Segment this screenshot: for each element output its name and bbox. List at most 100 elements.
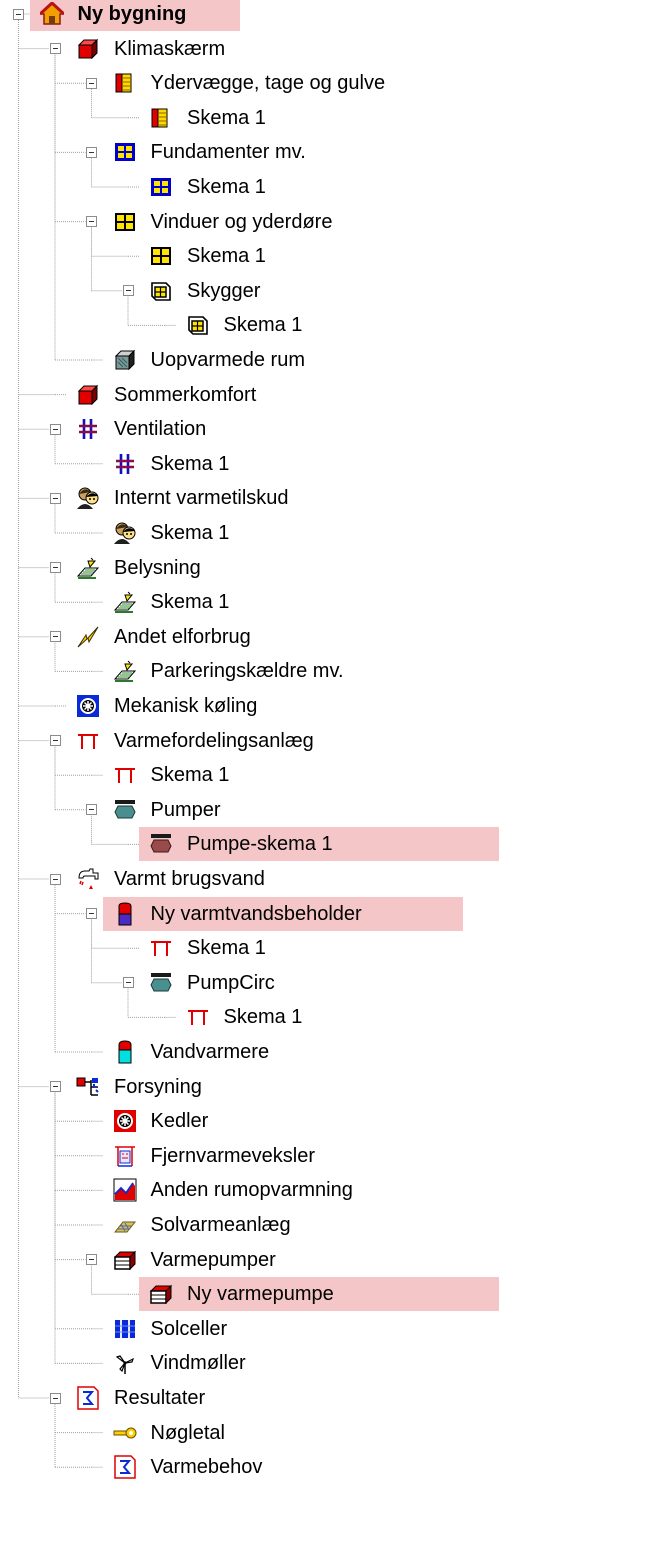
- collapse-toggle[interactable]: [86, 804, 97, 816]
- tree-node[interactable]: Vandvarmere: [0, 1035, 645, 1069]
- tree-node[interactable]: Skygger: [0, 274, 645, 308]
- collapse-toggle[interactable]: [49, 735, 61, 747]
- tree-node[interactable]: Varmefordelingsanlæg: [0, 724, 645, 758]
- tree-node[interactable]: Skema 1: [0, 585, 645, 619]
- collapse-toggle[interactable]: [122, 977, 134, 989]
- tree-node[interactable]: Ydervægge, tage og gulve: [0, 66, 645, 100]
- tree-node-label[interactable]: Ventilation: [114, 412, 206, 446]
- project-tree[interactable]: Ny bygning Klimaskærm Ydervægge, tage og g…: [0, 0, 645, 1552]
- collapse-toggle[interactable]: [49, 1081, 61, 1093]
- collapse-toggle[interactable]: [86, 216, 97, 228]
- tree-node-label[interactable]: Skema 1: [151, 447, 230, 481]
- tree-node-label[interactable]: Skema 1: [151, 585, 230, 619]
- collapse-toggle[interactable]: [49, 492, 61, 504]
- tree-node-label[interactable]: Belysning: [114, 551, 201, 585]
- tree-node-label[interactable]: Varmepumper: [151, 1243, 276, 1277]
- tree-node-label[interactable]: Fundamenter mv.: [151, 135, 306, 169]
- tree-node[interactable]: Mekanisk køling: [0, 689, 645, 723]
- tree-node-label[interactable]: Anden rumopvarmning: [151, 1173, 353, 1207]
- collapse-toggle[interactable]: [13, 8, 24, 20]
- tree-node[interactable]: Sommerkomfort: [0, 378, 645, 412]
- tree-node-label[interactable]: Skema 1: [187, 239, 266, 273]
- tree-node-label[interactable]: PumpCirc: [187, 966, 275, 1000]
- tree-node[interactable]: Fjernvarmeveksler: [0, 1139, 645, 1173]
- tree-node-label[interactable]: Nøgletal: [151, 1416, 225, 1450]
- tree-node-label[interactable]: Skema 1: [224, 1000, 303, 1034]
- tree-node[interactable]: Skema 1: [0, 170, 645, 204]
- tree-node-label[interactable]: Varmefordelingsanlæg: [114, 724, 314, 758]
- tree-node[interactable]: Nøgletal: [0, 1416, 645, 1450]
- tree-node[interactable]: Skema 1: [0, 447, 645, 481]
- tree-node-label[interactable]: Pumper: [151, 793, 221, 827]
- tree-node[interactable]: Skema 1: [0, 101, 645, 135]
- collapse-toggle[interactable]: [49, 43, 61, 55]
- tree-node[interactable]: Skema 1: [0, 931, 645, 965]
- tree-node[interactable]: Forsyning: [0, 1070, 645, 1104]
- tree-node[interactable]: Vindmøller: [0, 1346, 645, 1380]
- tree-node-label[interactable]: Solvarmeanlæg: [151, 1208, 291, 1242]
- tree-node[interactable]: Kedler: [0, 1104, 645, 1138]
- tree-node-label[interactable]: Varmebehov: [151, 1450, 263, 1484]
- tree-node[interactable]: Varmebehov: [0, 1450, 645, 1484]
- tree-node-label[interactable]: Internt varmetilskud: [114, 481, 289, 515]
- tree-node-label[interactable]: Forsyning: [114, 1070, 202, 1104]
- tree-node[interactable]: Pumper: [0, 793, 645, 827]
- tree-node-label[interactable]: Sommerkomfort: [114, 378, 256, 412]
- tree-node[interactable]: Anden rumopvarmning: [0, 1173, 645, 1207]
- tree-node-label[interactable]: Vindmøller: [151, 1346, 246, 1380]
- tree-node[interactable]: Belysning: [0, 551, 645, 585]
- tree-node[interactable]: Fundamenter mv.: [0, 135, 645, 169]
- tree-node-label[interactable]: Varmt brugsvand: [114, 862, 265, 896]
- tree-node-label[interactable]: Kedler: [151, 1104, 209, 1138]
- tree-node-label[interactable]: Pumpe-skema 1: [187, 827, 333, 861]
- collapse-toggle[interactable]: [122, 285, 134, 297]
- tree-node-label[interactable]: Skema 1: [151, 516, 230, 550]
- tree-node-label[interactable]: Parkeringskældre mv.: [151, 654, 344, 688]
- collapse-toggle[interactable]: [49, 873, 61, 885]
- tree-node-label[interactable]: Ny bygning: [78, 0, 187, 31]
- tree-node-label[interactable]: Skema 1: [151, 758, 230, 792]
- tree-node[interactable]: Skema 1: [0, 239, 645, 273]
- tree-node[interactable]: Skema 1: [0, 308, 645, 342]
- collapse-toggle[interactable]: [49, 631, 61, 643]
- tree-node[interactable]: Ny bygning: [0, 0, 645, 31]
- tree-node[interactable]: Parkeringskældre mv.: [0, 654, 645, 688]
- collapse-toggle[interactable]: [86, 77, 97, 89]
- tree-node[interactable]: Ny varmtvandsbeholder: [0, 897, 645, 931]
- collapse-toggle[interactable]: [86, 146, 97, 158]
- tree-node[interactable]: Resultater: [0, 1381, 645, 1415]
- tree-node[interactable]: Internt varmetilskud: [0, 481, 645, 515]
- tree-node-label[interactable]: Ydervægge, tage og gulve: [151, 66, 386, 100]
- collapse-toggle[interactable]: [86, 908, 97, 920]
- tree-node[interactable]: Uopvarmede rum: [0, 343, 645, 377]
- tree-node[interactable]: Vinduer og yderdøre: [0, 205, 645, 239]
- tree-node[interactable]: Pumpe-skema 1: [0, 827, 645, 861]
- tree-node[interactable]: PumpCirc: [0, 966, 645, 1000]
- collapse-toggle[interactable]: [86, 1254, 97, 1266]
- tree-node-label[interactable]: Skema 1: [187, 101, 266, 135]
- tree-node[interactable]: Solvarmeanlæg: [0, 1208, 645, 1242]
- tree-node[interactable]: Skema 1: [0, 516, 645, 550]
- tree-node-label[interactable]: Skygger: [187, 274, 260, 308]
- tree-node[interactable]: Ny varmepumpe: [0, 1277, 645, 1311]
- tree-node-label[interactable]: Solceller: [151, 1312, 228, 1346]
- tree-node-label[interactable]: Skema 1: [224, 308, 303, 342]
- tree-node[interactable]: Ventilation: [0, 412, 645, 446]
- tree-node-label[interactable]: Vinduer og yderdøre: [151, 205, 333, 239]
- tree-node[interactable]: Skema 1: [0, 758, 645, 792]
- tree-node-label[interactable]: Mekanisk køling: [114, 689, 257, 723]
- tree-node[interactable]: Skema 1: [0, 1000, 645, 1034]
- tree-node-label[interactable]: Ny varmtvandsbeholder: [151, 897, 362, 931]
- tree-node-label[interactable]: Skema 1: [187, 931, 266, 965]
- tree-node-label[interactable]: Skema 1: [187, 170, 266, 204]
- tree-node[interactable]: Varmt brugsvand: [0, 862, 645, 896]
- tree-node[interactable]: Varmepumper: [0, 1243, 645, 1277]
- tree-node[interactable]: Klimaskærm: [0, 32, 645, 66]
- tree-node-label[interactable]: Fjernvarmeveksler: [151, 1139, 315, 1173]
- collapse-toggle[interactable]: [49, 562, 61, 574]
- tree-node-label[interactable]: Vandvarmere: [151, 1035, 270, 1069]
- tree-node-label[interactable]: Uopvarmede rum: [151, 343, 306, 377]
- tree-node[interactable]: Solceller: [0, 1312, 645, 1346]
- collapse-toggle[interactable]: [49, 423, 61, 435]
- tree-node-label[interactable]: Andet elforbrug: [114, 620, 251, 654]
